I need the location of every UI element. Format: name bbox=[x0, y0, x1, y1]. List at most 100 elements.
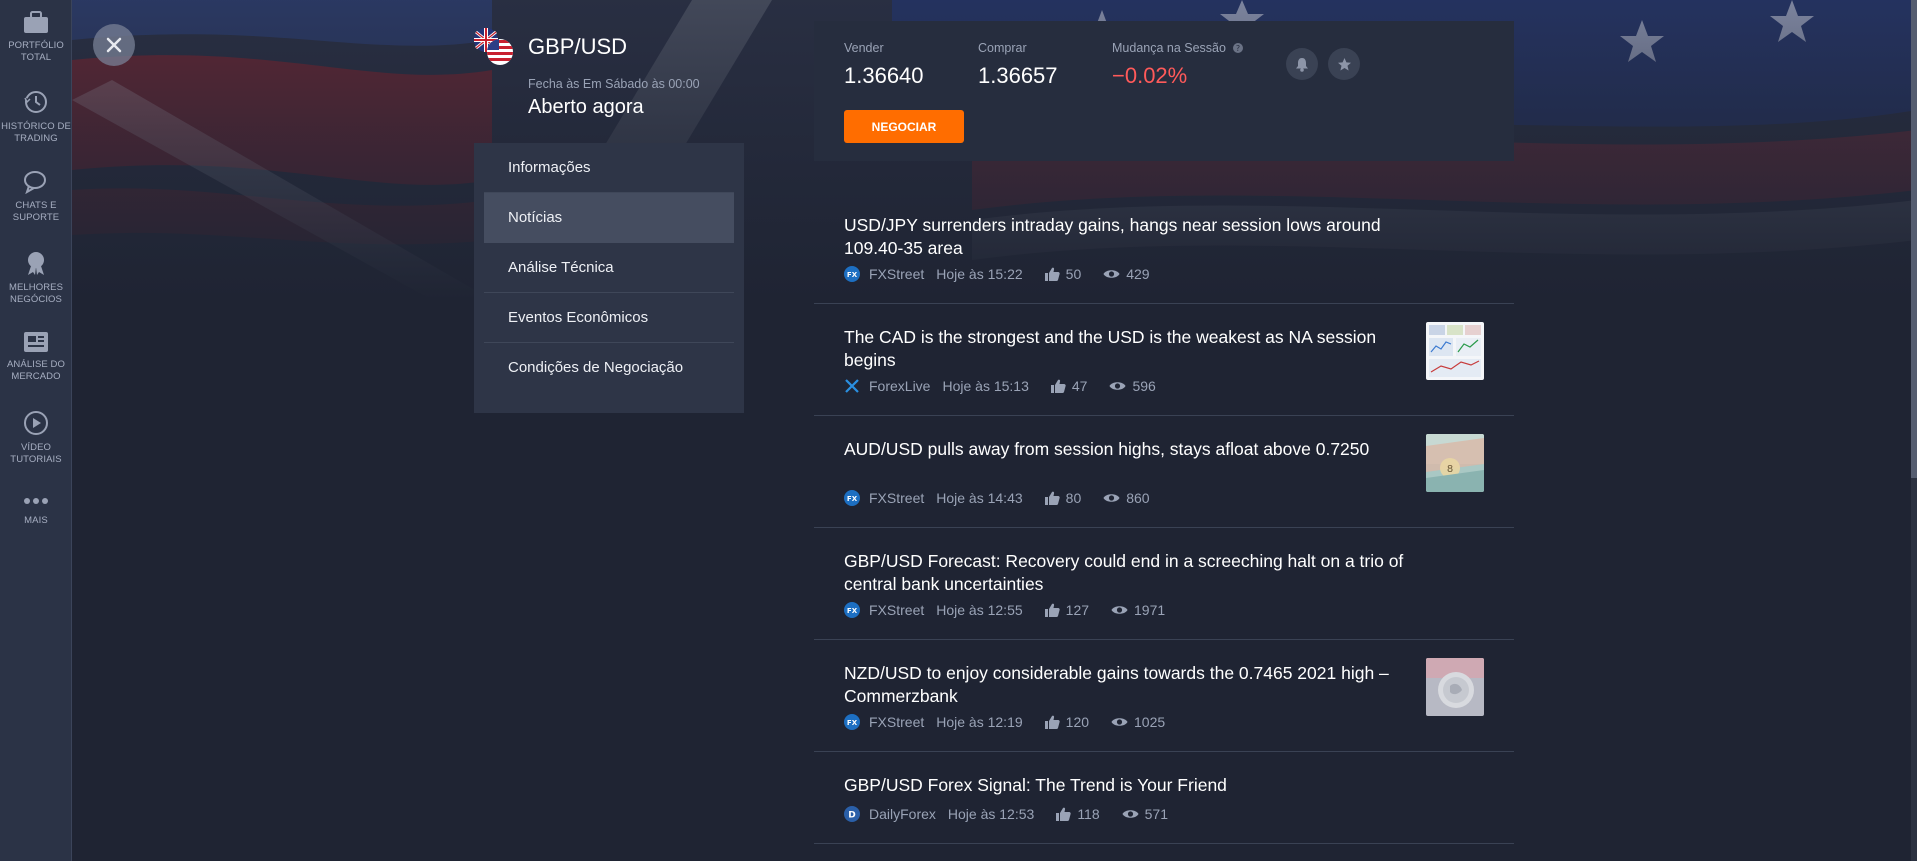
sidebar-item-label: MELHORES NEGÓCIOS bbox=[8, 282, 64, 305]
left-sidebar: PORTFÓLIO TOTAL HISTÓRICO DE TRADING CHA… bbox=[0, 0, 72, 861]
news-meta: FX FXStreet Hoje às 12:55 127 1971 bbox=[844, 602, 1165, 618]
news-time: Hoje às 12:53 bbox=[947, 806, 1035, 822]
page-scrollbar[interactable] bbox=[1911, 0, 1917, 861]
thumbs-up-icon bbox=[1056, 807, 1072, 821]
news-item[interactable]: USD/JPY surrenders intraday gains, hangs… bbox=[814, 192, 1514, 304]
news-title: NZD/USD to enjoy considerable gains towa… bbox=[844, 663, 1389, 706]
svg-text:FX: FX bbox=[847, 271, 858, 279]
svg-text:D: D bbox=[848, 811, 855, 821]
news-source: ForexLive bbox=[869, 378, 931, 394]
news-likes: 127 bbox=[1065, 602, 1090, 618]
fxstreet-logo-icon: FX bbox=[844, 490, 860, 506]
sidebar-item-video-tutorials[interactable]: VÍDEO TUTORIAIS bbox=[0, 410, 72, 466]
session-change-label: Mudança na Sessão bbox=[1112, 41, 1226, 55]
news-meta: FX FXStreet Hoje às 15:22 50 429 bbox=[844, 266, 1150, 282]
session-change: Mudança na Sessão ? −0.02% bbox=[1112, 41, 1244, 89]
buy-value: 1.36657 bbox=[978, 63, 1058, 88]
eye-icon bbox=[1103, 270, 1120, 278]
menu-item-economic-events[interactable]: Eventos Econômicos bbox=[484, 293, 734, 343]
close-button[interactable] bbox=[93, 24, 135, 66]
sidebar-item-history[interactable]: HISTÓRICO DE TRADING bbox=[0, 89, 72, 145]
sidebar-item-label: ANÁLISE DO MERCADO bbox=[6, 359, 66, 382]
news-meta: D DailyForex Hoje às 12:53 118 571 bbox=[844, 806, 1168, 822]
news-thumbnail bbox=[1426, 322, 1484, 380]
instrument-symbol: GBP/USD bbox=[528, 34, 628, 59]
news-views: 596 bbox=[1132, 378, 1156, 394]
svg-text:8: 8 bbox=[1447, 464, 1453, 475]
news-likes: 120 bbox=[1065, 714, 1090, 730]
news-title: USD/JPY surrenders intraday gains, hangs… bbox=[844, 215, 1381, 258]
news-meta: FX FXStreet Hoje às 14:43 80 860 bbox=[844, 490, 1150, 506]
session-change-value: −0.02% bbox=[1112, 63, 1188, 88]
thumbs-up-icon bbox=[1044, 603, 1060, 617]
news-item[interactable]: AUD/USD pulls away from session highs, s… bbox=[814, 416, 1514, 528]
sidebar-item-label: VÍDEO TUTORIAIS bbox=[10, 442, 62, 465]
thumbs-up-icon bbox=[1050, 379, 1066, 393]
award-icon bbox=[28, 252, 44, 275]
buy-label: Comprar bbox=[978, 41, 1027, 55]
news-meta: FX FXStreet Hoje às 12:19 120 1025 bbox=[844, 714, 1165, 730]
news-likes: 118 bbox=[1077, 806, 1100, 822]
sidebar-item-label: HISTÓRICO DE TRADING bbox=[1, 121, 71, 144]
news-item[interactable]: The CAD is the strongest and the USD is … bbox=[814, 304, 1514, 416]
fxstreet-logo-icon: FX bbox=[844, 602, 860, 618]
sidebar-item-best-deals[interactable]: MELHORES NEGÓCIOS bbox=[0, 250, 72, 306]
closing-info: Fecha às Em Sábado às 00:00 bbox=[528, 77, 700, 91]
svg-text:FX: FX bbox=[847, 719, 858, 727]
news-item[interactable]: GBP/USD Forex Signal: The Trend is Your … bbox=[814, 752, 1514, 844]
svg-text:?: ? bbox=[1236, 44, 1240, 53]
menu-item-information[interactable]: Informações bbox=[484, 143, 734, 193]
thumbs-up-icon bbox=[1044, 715, 1060, 729]
news-source: FXStreet bbox=[869, 266, 925, 282]
sell-value: 1.36640 bbox=[844, 63, 924, 88]
news-views: 1971 bbox=[1134, 602, 1166, 618]
forexlive-logo-icon bbox=[845, 379, 859, 393]
news-likes: 50 bbox=[1065, 266, 1082, 282]
news-item[interactable]: NZD/USD to enjoy considerable gains towa… bbox=[814, 640, 1514, 752]
news-source: FXStreet bbox=[869, 714, 925, 730]
star-icon bbox=[1337, 57, 1351, 70]
sidebar-item-market-analysis[interactable]: ANÁLISE DO MERCADO bbox=[0, 331, 72, 383]
help-icon[interactable]: ? bbox=[1233, 43, 1244, 53]
trade-button[interactable]: NEGOCIAR bbox=[844, 110, 964, 143]
news-title: AUD/USD pulls away from session highs, s… bbox=[844, 439, 1370, 459]
chat-icon bbox=[24, 171, 46, 194]
menu-item-news[interactable]: Notícias bbox=[484, 193, 734, 243]
currency-pair-flags-icon bbox=[474, 28, 513, 65]
news-views: 429 bbox=[1126, 266, 1150, 282]
news-views: 860 bbox=[1126, 490, 1150, 506]
thumbs-up-icon bbox=[1044, 491, 1060, 505]
news-source: FXStreet bbox=[869, 490, 925, 506]
news-item[interactable]: GBP/USD Forecast: Recovery could end in … bbox=[814, 528, 1514, 640]
news-title: The CAD is the strongest and the USD is … bbox=[844, 327, 1377, 370]
favorite-button[interactable] bbox=[1328, 48, 1360, 80]
scrollbar-thumb[interactable] bbox=[1911, 0, 1917, 478]
thumbs-up-icon bbox=[1044, 267, 1060, 281]
fxstreet-logo-icon: FX bbox=[844, 714, 860, 730]
menu-item-technical-analysis[interactable]: Análise Técnica bbox=[484, 243, 734, 293]
price-alert-button[interactable] bbox=[1286, 48, 1318, 80]
history-icon bbox=[24, 91, 47, 113]
news-list: USD/JPY surrenders intraday gains, hangs… bbox=[814, 192, 1514, 844]
bell-icon bbox=[1296, 57, 1308, 72]
sidebar-item-portfolio[interactable]: PORTFÓLIO TOTAL bbox=[0, 10, 72, 64]
news-source: FXStreet bbox=[869, 602, 925, 618]
eye-icon bbox=[1111, 606, 1128, 614]
sidebar-item-more[interactable]: MAIS bbox=[0, 493, 72, 527]
buy-quote: Comprar 1.36657 bbox=[978, 41, 1058, 89]
news-views: 1025 bbox=[1134, 714, 1166, 730]
sidebar-item-label: CHATS E SUPORTE bbox=[12, 200, 60, 223]
quote-panel: Vender 1.36640 Comprar 1.36657 Mudança n… bbox=[814, 21, 1514, 161]
fxstreet-logo-icon: FX bbox=[844, 266, 860, 282]
svg-text:FX: FX bbox=[847, 495, 858, 503]
close-icon bbox=[106, 37, 122, 53]
sidebar-item-chats[interactable]: CHATS E SUPORTE bbox=[0, 170, 72, 224]
menu-item-trading-conditions[interactable]: Condições de Negociação bbox=[484, 343, 734, 393]
eye-icon bbox=[1111, 718, 1128, 726]
eye-icon bbox=[1122, 810, 1139, 818]
sidebar-item-label: MAIS bbox=[24, 515, 48, 526]
news-likes: 47 bbox=[1071, 378, 1088, 394]
eye-icon bbox=[1103, 494, 1120, 502]
svg-text:FX: FX bbox=[847, 607, 858, 615]
instrument-menu: Informações Notícias Análise Técnica Eve… bbox=[474, 143, 744, 413]
